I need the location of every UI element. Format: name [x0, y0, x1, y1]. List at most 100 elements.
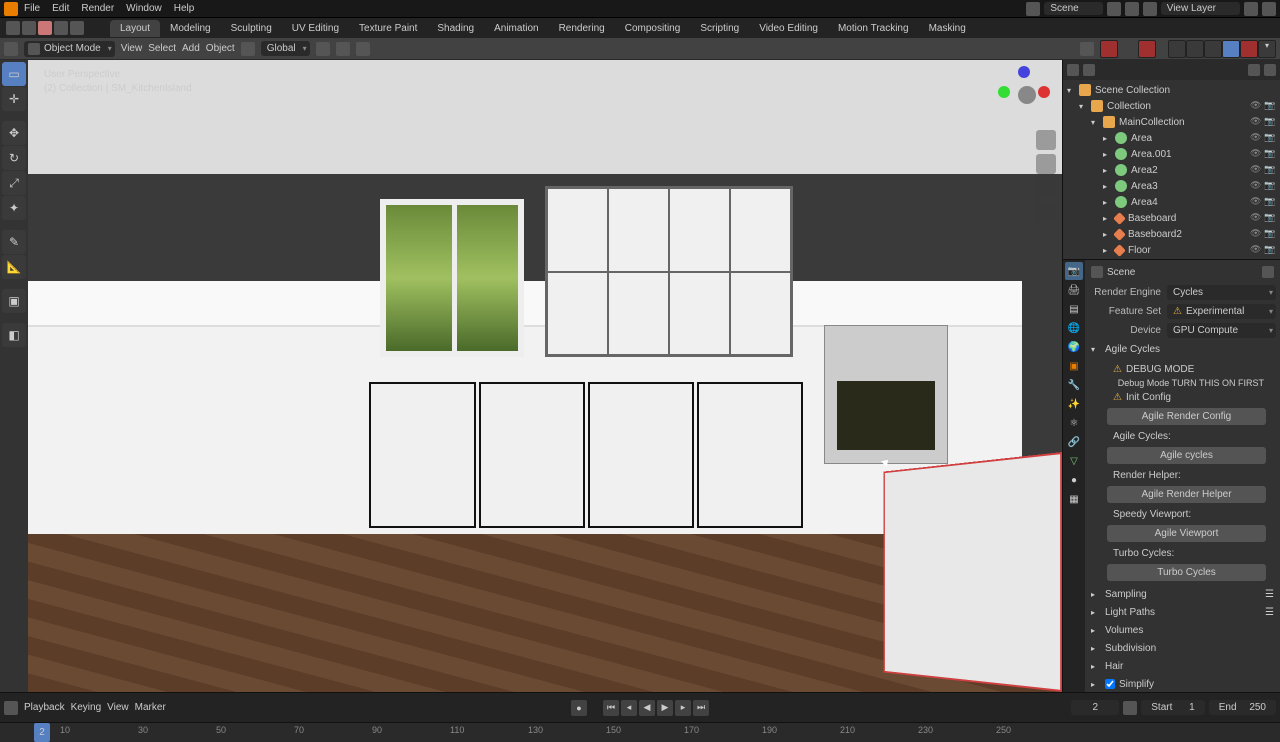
mode-dropdown[interactable]: Object Mode: [24, 41, 115, 57]
snap-icon[interactable]: [22, 21, 36, 35]
tool-cursor[interactable]: ✛: [2, 87, 26, 111]
outliner-item[interactable]: ▸Area👁📷: [1063, 130, 1280, 146]
prop-tab-particles[interactable]: ✨: [1065, 395, 1083, 413]
visibility-toggle[interactable]: 👁: [1250, 132, 1262, 144]
editor-selector-icon[interactable]: [4, 42, 18, 56]
turbo-cycles-button[interactable]: Turbo Cycles: [1107, 564, 1266, 581]
outliner-filter-icon[interactable]: [1083, 64, 1095, 76]
prop-tab-texture[interactable]: ▦: [1065, 490, 1083, 508]
gizmo-y-axis[interactable]: [998, 86, 1010, 98]
editor-type-icon[interactable]: [6, 21, 20, 35]
simplify-checkbox[interactable]: [1105, 679, 1115, 689]
timeline-menu-marker[interactable]: Marker: [135, 702, 166, 713]
outliner-new-icon[interactable]: [1264, 64, 1276, 76]
panel-hair[interactable]: ▸Hair: [1089, 657, 1276, 675]
panel-agile-cycles2[interactable]: Agile Cycles:: [1101, 427, 1272, 445]
panel-light-paths[interactable]: ▸Light Paths☰: [1089, 603, 1276, 621]
orientation-icon[interactable]: [241, 42, 255, 56]
outliner-item[interactable]: ▾Collection👁📷: [1063, 98, 1280, 114]
workspace-tab-animation[interactable]: Animation: [484, 20, 548, 37]
prop-tab-output[interactable]: 🖨: [1065, 281, 1083, 299]
jump-end-button[interactable]: ⏭: [693, 700, 709, 716]
navigation-gizmo[interactable]: [1002, 70, 1052, 120]
panel-debug-mode[interactable]: ⚠ DEBUG MODE: [1101, 360, 1272, 378]
render-toggle[interactable]: 📷: [1264, 180, 1276, 192]
menu-render[interactable]: Render: [75, 3, 120, 14]
menu-edit[interactable]: Edit: [46, 3, 75, 14]
header-menu-select[interactable]: Select: [148, 43, 176, 54]
timeline-menu-playback[interactable]: Playback: [24, 702, 65, 713]
gizmo-x-axis[interactable]: [1038, 86, 1050, 98]
shading-dropdown[interactable]: ▾: [1258, 40, 1276, 58]
menu-window[interactable]: Window: [120, 3, 168, 14]
visibility-toggle[interactable]: 👁: [1250, 100, 1262, 112]
new-viewlayer-icon[interactable]: [1244, 2, 1258, 16]
render-toggle[interactable]: 📷: [1264, 244, 1276, 256]
render-toggle[interactable]: 📷: [1264, 148, 1276, 160]
prop-tab-physics[interactable]: ⚛: [1065, 414, 1083, 432]
visibility-toggle[interactable]: 👁: [1250, 212, 1262, 224]
current-frame-field[interactable]: 2: [1071, 700, 1119, 715]
scene-selector[interactable]: Scene: [1044, 2, 1102, 15]
workspace-tab-scripting[interactable]: Scripting: [690, 20, 749, 37]
zoom-icon[interactable]: [1036, 130, 1056, 150]
tool-move[interactable]: ✥: [2, 121, 26, 145]
workspace-tab-sculpting[interactable]: Sculpting: [221, 20, 282, 37]
visibility-toggle[interactable]: 👁: [1250, 180, 1262, 192]
outliner-item[interactable]: ▸Floor👁📷: [1063, 242, 1280, 258]
panel-turbo-cycles[interactable]: Turbo Cycles:: [1101, 544, 1272, 562]
panel-agile-cycles[interactable]: ▾Agile Cycles: [1089, 340, 1276, 358]
preview-range-icon[interactable]: [1123, 701, 1137, 715]
workspace-tab-uv-editing[interactable]: UV Editing: [282, 20, 349, 37]
header-menu-object[interactable]: Object: [206, 43, 235, 54]
outliner-root[interactable]: ▾ Scene Collection: [1063, 82, 1280, 98]
prop-tab-scene[interactable]: 🌐: [1065, 319, 1083, 337]
autokey-icon[interactable]: ●: [571, 700, 587, 716]
tool-select-box[interactable]: ▭: [2, 62, 26, 86]
render-toggle[interactable]: 📷: [1264, 100, 1276, 112]
workspace-tab-compositing[interactable]: Compositing: [615, 20, 691, 37]
camera-icon[interactable]: [1036, 178, 1056, 198]
workspace-tab-masking[interactable]: Masking: [919, 20, 976, 37]
render-engine-dropdown[interactable]: Cycles: [1167, 285, 1276, 300]
agile-viewport-button[interactable]: Agile Viewport: [1107, 525, 1266, 542]
viewlayer-selector[interactable]: View Layer: [1161, 2, 1240, 15]
outliner-item[interactable]: ▸Area3👁📷: [1063, 178, 1280, 194]
outliner-editor-icon[interactable]: [1067, 64, 1079, 76]
preset-icon[interactable]: ☰: [1265, 589, 1274, 600]
header-menu-view[interactable]: View: [121, 43, 143, 54]
snap2-icon[interactable]: [38, 21, 52, 35]
visibility-toggle[interactable]: 👁: [1250, 244, 1262, 256]
workspace-tab-motion-tracking[interactable]: Motion Tracking: [828, 20, 919, 37]
panel-sampling[interactable]: ▸Sampling☰: [1089, 585, 1276, 603]
prop-tab-object[interactable]: ▣: [1065, 357, 1083, 375]
outliner-item[interactable]: ▾MainCollection👁📷: [1063, 114, 1280, 130]
outliner-item[interactable]: ▸Baseboard👁📷: [1063, 210, 1280, 226]
shading-solid[interactable]: [1186, 40, 1204, 58]
shading-matprev[interactable]: [1204, 40, 1222, 58]
new-scene-icon[interactable]: [1107, 2, 1121, 16]
play-button[interactable]: ▶: [657, 700, 673, 716]
workspace-tab-video-editing[interactable]: Video Editing: [749, 20, 828, 37]
visibility-toggle[interactable]: 👁: [1250, 116, 1262, 128]
outliner-item[interactable]: ▸Baseboard2👁📷: [1063, 226, 1280, 242]
panel-render-helper[interactable]: Render Helper:: [1101, 466, 1272, 484]
tool-annotate[interactable]: ✎: [2, 230, 26, 254]
orientation-dropdown[interactable]: Global: [261, 41, 310, 56]
prop-tab-render[interactable]: 📷: [1065, 262, 1083, 280]
jump-start-button[interactable]: ⏮: [603, 700, 619, 716]
workspace-tab-modeling[interactable]: Modeling: [160, 20, 221, 37]
render-toggle[interactable]: 📷: [1264, 116, 1276, 128]
timeline-editor-icon[interactable]: [4, 701, 18, 715]
timeline-menu-keying[interactable]: Keying: [71, 702, 102, 713]
snap4-icon[interactable]: [70, 21, 84, 35]
tool-transform[interactable]: ✦: [2, 196, 26, 220]
panel-subdivision[interactable]: ▸Subdivision: [1089, 639, 1276, 657]
workspace-tab-layout[interactable]: Layout: [110, 20, 160, 37]
delete-viewlayer-icon[interactable]: [1262, 2, 1276, 16]
visibility-toggle[interactable]: 👁: [1250, 196, 1262, 208]
prop-edit-icon[interactable]: [356, 42, 370, 56]
outliner-item[interactable]: ▸Area.001👁📷: [1063, 146, 1280, 162]
prop-tab-constraint[interactable]: 🔗: [1065, 433, 1083, 451]
device-dropdown[interactable]: GPU Compute: [1167, 323, 1276, 338]
